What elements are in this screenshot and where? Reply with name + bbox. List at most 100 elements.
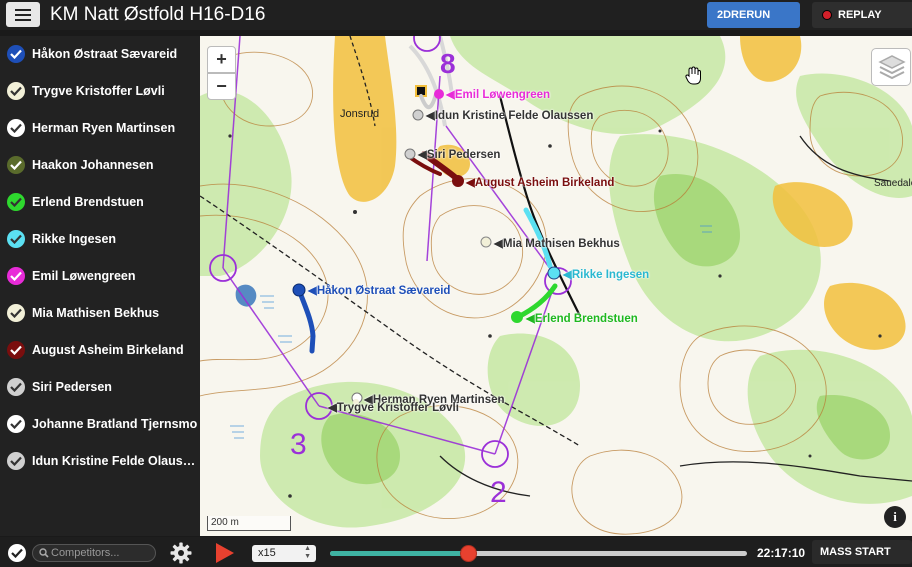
map-runner-label[interactable]: ◀Håkon Østraat Sævareid (308, 283, 450, 297)
map-runner-label[interactable]: ◀Emil Løwengreen (446, 87, 550, 101)
map-runner-label-text: Emil Løwengreen (454, 89, 551, 101)
check-icon (10, 456, 22, 466)
map-runner-label[interactable]: ◀Idun Kristine Felde Olaussen (426, 108, 593, 122)
layers-icon (878, 55, 906, 80)
competitor-row[interactable]: Håkon Østraat Sævareid (0, 36, 200, 73)
check-icon (10, 160, 22, 170)
competitor-name: Rikke Ingesen (32, 232, 117, 246)
map-runner-label-text: August Asheim Birkeland (474, 177, 615, 189)
competitor-row[interactable]: Johanne Bratland Tjernsmo (0, 406, 200, 443)
control-number-2: 2 (490, 476, 507, 509)
competitor-checkbox[interactable] (7, 230, 25, 248)
check-icon (10, 49, 22, 59)
map-runner-label[interactable]: ◀Trygve Kristoffer Løvli (328, 400, 459, 414)
competitor-row[interactable]: Rikke Ingesen (0, 221, 200, 258)
competitor-row[interactable]: Mia Mathisen Bekhus (0, 295, 200, 332)
page-title: KM Natt Østfold H16-D16 (50, 4, 266, 25)
map-view[interactable]: 8 3 2 Jonsrud Sauedalen ◀Emil Løwengreen… (200, 36, 912, 536)
scale-label: 200 m (211, 517, 239, 528)
competitor-row[interactable]: Emil Løwengreen (0, 258, 200, 295)
replay-button[interactable]: REPLAY (812, 2, 912, 28)
replay-label: REPLAY (838, 9, 882, 21)
control-number-8: 8 (440, 48, 456, 79)
timeline-handle[interactable] (459, 545, 477, 562)
place-name-sauedalen: Sauedalen (874, 178, 912, 189)
competitor-row[interactable]: Haakon Johannesen (0, 147, 200, 184)
competitor-row[interactable]: Trygve Kristoffer Løvli (0, 73, 200, 110)
competitor-checkbox[interactable] (7, 452, 25, 470)
map-runner-label-text: Siri Pedersen (426, 149, 501, 161)
zoom-in-button[interactable]: + (207, 46, 236, 73)
competitor-name: Haakon Johannesen (32, 158, 154, 172)
menu-button[interactable] (6, 2, 40, 27)
zoom-out-button[interactable]: − (207, 73, 236, 100)
map-runner-label-text: Mia Mathisen Bekhus (502, 238, 620, 250)
competitor-name: Håkon Østraat Sævareid (32, 47, 178, 61)
rerun-button[interactable]: 2DRERUN (707, 2, 800, 28)
map-runner-label-text: Erlend Brendstuen (534, 313, 638, 325)
check-icon (10, 345, 22, 355)
info-button[interactable]: i (884, 506, 906, 528)
competitor-row[interactable]: Idun Kristine Felde Olaussen (0, 443, 200, 480)
menu-icon (15, 9, 31, 11)
play-button[interactable] (216, 543, 234, 563)
mass-start-button[interactable]: MASS START (812, 540, 912, 564)
competitor-name: Herman Ryen Martinsen (32, 121, 176, 135)
check-icon (10, 234, 22, 244)
map-runner-label[interactable]: ◀Mia Mathisen Bekhus (494, 236, 620, 250)
map-runner-label[interactable]: ◀Erlend Brendstuen (526, 311, 638, 325)
competitor-name: Johanne Bratland Tjernsmo (32, 417, 198, 431)
map-runner-label-text: Rikke Ingesen (571, 269, 650, 281)
map-runner-label-text: Håkon Østraat Sævareid (316, 285, 451, 297)
scale-bar: 200 m (207, 516, 291, 531)
competitor-list: Håkon Østraat Sævareid Trygve Kristoffer … (0, 36, 200, 536)
competitor-checkbox[interactable] (7, 156, 25, 174)
menu-icon-bar (15, 19, 31, 21)
race-clock: 22:17:10 (757, 546, 806, 560)
competitor-row[interactable]: Erlend Brendstuen (0, 184, 200, 221)
stepper-icon: ▲ ▼ (304, 545, 311, 560)
competitor-search[interactable] (32, 544, 156, 562)
playback-bar: x15 ▲▼ 22:17:10 MASS START (0, 537, 912, 567)
map-runner-label[interactable]: ◀Siri Pedersen (418, 147, 500, 161)
competitor-name: Emil Løwengreen (32, 269, 136, 283)
check-icon (10, 271, 22, 281)
competitor-checkbox[interactable] (7, 378, 25, 396)
check-icon (10, 123, 22, 133)
competitor-checkbox[interactable] (7, 193, 25, 211)
search-icon (39, 548, 49, 558)
app-root: KM Natt Østfold H16-D16 2DRERUN REPLAY H… (0, 0, 912, 567)
menu-icon-bar (15, 14, 31, 16)
competitor-name: Siri Pedersen (32, 380, 112, 394)
competitor-checkbox[interactable] (7, 341, 25, 359)
record-dot-icon (822, 10, 832, 20)
select-all-checkbox[interactable] (8, 544, 26, 562)
search-input[interactable] (51, 546, 151, 560)
competitor-name: Trygve Kristoffer Løvli (32, 84, 165, 98)
competitor-checkbox[interactable] (7, 415, 25, 433)
timeline-slider[interactable] (330, 545, 747, 562)
competitor-row[interactable]: August Asheim Birkeland (0, 332, 200, 369)
speed-value: x15 (258, 547, 276, 559)
competitor-checkbox[interactable] (7, 82, 25, 100)
competitor-checkbox[interactable] (7, 45, 25, 63)
top-bar: KM Natt Østfold H16-D16 2DRERUN REPLAY (0, 0, 912, 30)
speed-select[interactable]: x15 ▲ ▼ (252, 545, 316, 562)
timeline-progress (330, 551, 468, 556)
check-icon (10, 197, 22, 207)
map-runner-label-text: Trygve Kristoffer Løvli (336, 402, 459, 414)
map-runner-label[interactable]: ◀August Asheim Birkeland (466, 175, 614, 189)
competitor-name: Erlend Brendstuen (32, 195, 144, 209)
check-icon (11, 548, 23, 558)
competitor-checkbox[interactable] (7, 304, 25, 322)
layers-button[interactable] (871, 48, 911, 86)
place-name-jonsrud: Jonsrud (340, 108, 380, 120)
map-runner-label[interactable]: ◀Rikke Ingesen (563, 267, 649, 281)
map-runner-label-text: Idun Kristine Felde Olaussen (434, 110, 594, 122)
gear-icon[interactable] (170, 542, 192, 564)
competitor-checkbox[interactable] (7, 119, 25, 137)
competitor-row[interactable]: Siri Pedersen (0, 369, 200, 406)
control-number-3: 3 (290, 428, 307, 461)
competitor-row[interactable]: Herman Ryen Martinsen (0, 110, 200, 147)
competitor-checkbox[interactable] (7, 267, 25, 285)
